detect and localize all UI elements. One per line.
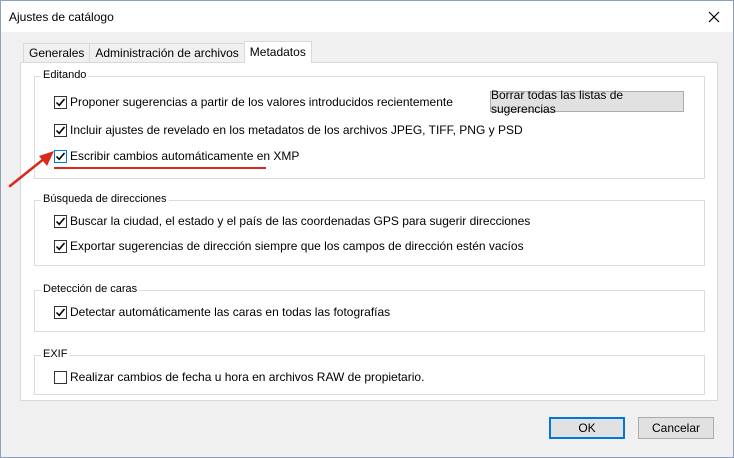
auto-detect-faces-label: Detectar automáticamente las caras en to… (70, 305, 391, 319)
close-icon (708, 11, 720, 22)
tab-general[interactable]: Generales (23, 43, 91, 63)
propose-suggestions-label: Proponer sugerencias a partir de los val… (70, 95, 453, 109)
tab-file-handling[interactable]: Administración de archivos (89, 43, 245, 63)
export-address-suggestions-option[interactable]: Exportar sugerencias de dirección siempr… (54, 238, 524, 254)
exif-group-legend: EXIF (41, 348, 70, 360)
close-button[interactable] (695, 1, 733, 32)
catalog-settings-dialog: Ajustes de catálogo Generales Administra… (0, 0, 734, 458)
include-develop-settings-option[interactable]: Incluir ajustes de revelado en los metad… (54, 122, 523, 138)
annotation-arrow-icon (8, 151, 54, 188)
checkmark-icon (55, 216, 66, 225)
address-lookup-group: Búsqueda de direcciones (34, 193, 705, 266)
auto-detect-faces-checkbox[interactable] (54, 305, 67, 319)
face-detection-group-legend: Detección de caras (41, 283, 140, 295)
clear-suggestion-lists-button[interactable]: Borrar todas las listas de sugerencias (490, 88, 684, 116)
cancel-button[interactable]: Cancelar (638, 417, 714, 439)
auto-write-xmp-label: Escribir cambios automáticamente en XMP (70, 149, 300, 163)
tab-strip: Generales Administración de archivos Met… (23, 41, 312, 63)
gps-lookup-option[interactable]: Buscar la ciudad, el estado y el país de… (54, 213, 530, 229)
checkmark-icon (55, 307, 66, 316)
ok-button[interactable]: OK (549, 417, 625, 439)
export-address-suggestions-checkbox[interactable] (54, 239, 67, 253)
propose-suggestions-checkbox[interactable] (54, 95, 67, 109)
include-develop-settings-checkbox[interactable] (54, 123, 67, 137)
auto-detect-faces-option[interactable]: Detectar automáticamente las caras en to… (54, 304, 390, 320)
title-bar: Ajustes de catálogo (1, 1, 733, 32)
dialog-title: Ajustes de catálogo (9, 10, 114, 24)
propose-suggestions-option[interactable]: Proponer sugerencias a partir de los val… (54, 94, 453, 110)
checkmark-icon (55, 241, 66, 250)
auto-write-xmp-option[interactable]: Escribir cambios automáticamente en XMP (54, 148, 299, 164)
tab-metadata[interactable]: Metadatos (243, 41, 312, 63)
metadata-tab-panel: Editando Proponer sugerencias a partir d… (20, 62, 718, 401)
include-develop-settings-label: Incluir ajustes de revelado en los metad… (70, 123, 523, 137)
raw-date-change-option[interactable]: Realizar cambios de fecha u hora en arch… (54, 369, 424, 385)
checkmark-icon (55, 125, 66, 134)
highlight-underline (54, 167, 266, 169)
gps-lookup-checkbox[interactable] (54, 214, 67, 228)
raw-date-change-label: Realizar cambios de fecha u hora en arch… (70, 370, 425, 384)
editing-group-legend: Editando (41, 69, 89, 81)
checkmark-icon (55, 97, 66, 106)
raw-date-change-checkbox[interactable] (54, 370, 67, 384)
gps-lookup-label: Buscar la ciudad, el estado y el país de… (70, 214, 531, 228)
export-address-suggestions-label: Exportar sugerencias de dirección siempr… (70, 239, 524, 253)
address-lookup-group-legend: Búsqueda de direcciones (41, 193, 169, 205)
